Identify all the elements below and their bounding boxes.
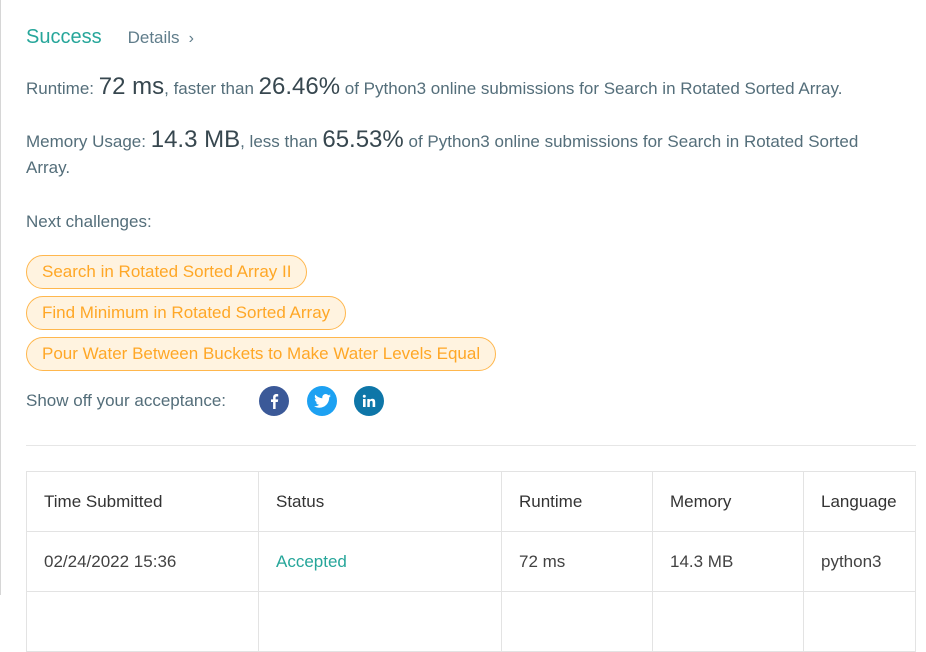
memory-label: Memory Usage: — [26, 132, 146, 151]
section-divider — [26, 445, 916, 446]
cell-empty — [501, 591, 653, 652]
twitter-icon[interactable] — [307, 386, 338, 416]
linkedin-icon[interactable] — [354, 386, 385, 416]
challenge-chip[interactable]: Find Minimum in Rotated Sorted Array — [26, 296, 347, 330]
table-row — [26, 591, 916, 652]
cell-time-submitted: 02/24/2022 15:36 — [26, 531, 259, 592]
runtime-percentile: 26.46% — [258, 73, 341, 100]
next-challenges-title: Next challenges: — [26, 212, 152, 231]
challenge-chip[interactable]: Search in Rotated Sorted Array II — [26, 255, 308, 289]
cell-runtime: 72 ms — [501, 531, 653, 592]
cell-empty — [803, 591, 916, 652]
chevron-right-icon: › — [188, 30, 194, 47]
cell-empty — [258, 591, 502, 652]
column-header-status[interactable]: Status — [258, 471, 502, 532]
runtime-label: Runtime: — [26, 79, 95, 98]
cell-empty — [26, 591, 259, 652]
share-label: Show off your acceptance: — [26, 391, 227, 410]
column-header-runtime[interactable]: Runtime — [501, 471, 653, 532]
cell-status: Accepted — [258, 531, 502, 592]
details-link[interactable]: Details › — [128, 28, 194, 48]
table-header-row: Time Submitted Status Runtime Memory Lan… — [26, 471, 916, 532]
column-header-time[interactable]: Time Submitted — [26, 471, 259, 532]
cell-language: python3 — [803, 531, 916, 592]
memory-summary: Memory Usage: 14.3 MB, less than 65.53% … — [26, 127, 906, 181]
result-status-title: Success — [26, 26, 102, 48]
memory-compare-text: , less than — [240, 132, 318, 151]
runtime-suffix: of Python3 online submissions for Search… — [344, 79, 843, 98]
memory-percentile: 65.53% — [322, 126, 404, 153]
facebook-icon[interactable] — [259, 386, 290, 416]
runtime-compare-text: , faster than — [164, 79, 254, 98]
share-row: Show off your acceptance: — [26, 386, 385, 416]
cell-empty — [652, 591, 804, 652]
table-row: 02/24/2022 15:36 Accepted 72 ms 14.3 MB … — [26, 531, 916, 592]
column-header-memory[interactable]: Memory — [652, 471, 804, 532]
column-header-language[interactable]: Language — [803, 471, 916, 532]
runtime-summary: Runtime: 72 ms, faster than 26.46% of Py… — [26, 74, 906, 102]
status-accepted-link[interactable]: Accepted — [276, 552, 347, 571]
runtime-value: 72 ms — [98, 73, 165, 100]
details-label: Details — [127, 28, 180, 47]
submissions-table: Time Submitted Status Runtime Memory Lan… — [26, 471, 916, 652]
memory-value: 14.3 MB — [150, 126, 241, 153]
cell-memory: 14.3 MB — [652, 531, 804, 592]
challenge-chip[interactable]: Pour Water Between Buckets to Make Water… — [26, 337, 497, 371]
result-header: Success Details › — [26, 26, 194, 49]
submission-result-panel: Success Details › Runtime: 72 ms, faster… — [0, 0, 926, 652]
